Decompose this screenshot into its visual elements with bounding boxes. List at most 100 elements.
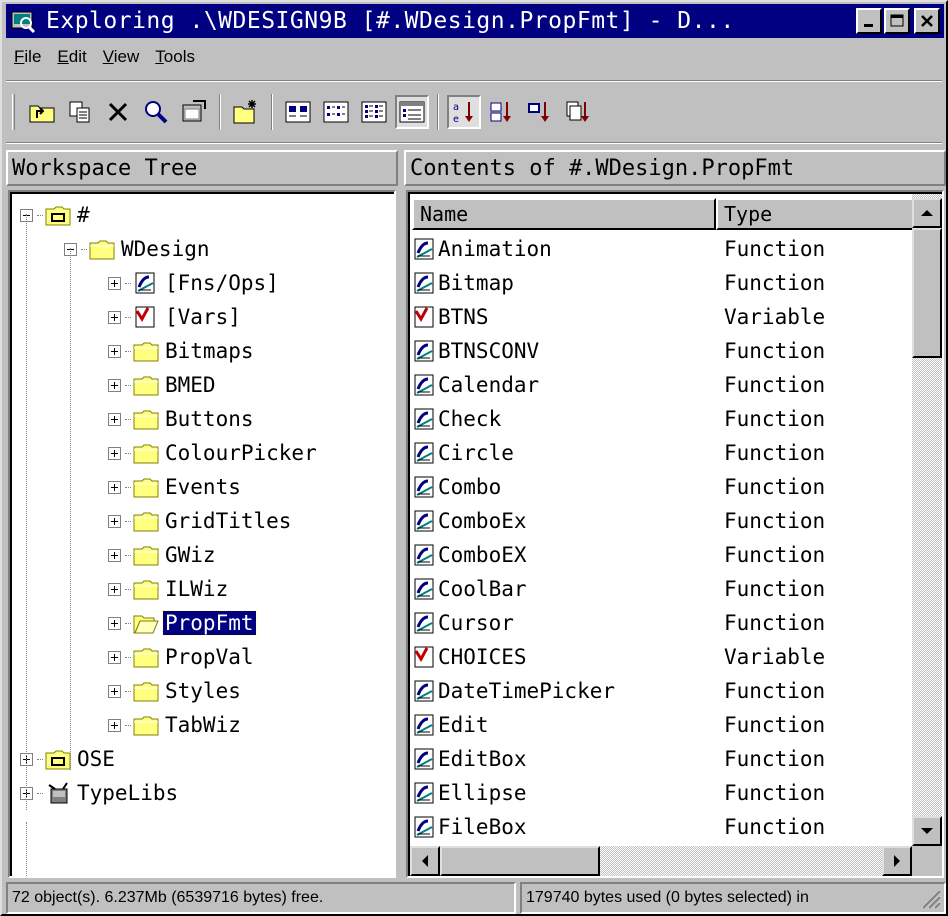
expand-icon[interactable]	[108, 310, 121, 324]
tree-item-gridtitles[interactable]: GridTitles	[108, 504, 293, 538]
list-item-name: Animation	[438, 237, 552, 261]
small-icons-view-button[interactable]	[319, 95, 353, 129]
expand-icon[interactable]	[108, 514, 121, 528]
tree-item-propfmt[interactable]: PropFmt	[108, 606, 257, 640]
minimize-button[interactable]	[856, 8, 882, 34]
list-item[interactable]: CoolBar Function	[412, 572, 825, 606]
scroll-up-button[interactable]	[912, 198, 942, 228]
tree-item--fns-ops-[interactable]: [Fns/Ops]	[108, 266, 281, 300]
toolbar-grip[interactable]	[12, 94, 15, 130]
tree-item-buttons[interactable]: Buttons	[108, 402, 256, 436]
tree-item--vars-[interactable]: [Vars]	[108, 300, 243, 334]
list-item[interactable]: Calendar Function	[412, 368, 825, 402]
large-icons-view-button[interactable]	[281, 95, 315, 129]
scroll-down-button[interactable]	[912, 816, 942, 846]
scroll-right-button[interactable]	[882, 846, 912, 876]
list-item[interactable]: Bitmap Function	[412, 266, 825, 300]
list-item[interactable]: Edit Function	[412, 708, 825, 742]
new-object-button[interactable]	[229, 95, 263, 129]
contents-list[interactable]: Name Type Animation Function Bitmap Functio…	[406, 190, 944, 878]
list-item[interactable]: Animation Function	[412, 232, 825, 266]
up-folder-button[interactable]	[25, 95, 59, 129]
sort-by-date-button[interactable]	[561, 95, 595, 129]
horizontal-scrollbar[interactable]	[410, 846, 912, 876]
tree-item-gwiz[interactable]: GWiz	[108, 538, 218, 572]
list-item[interactable]: ComboEx Function	[412, 504, 825, 538]
expand-icon[interactable]	[108, 344, 121, 358]
list-item-type: Function	[724, 815, 826, 839]
function-icon	[414, 816, 434, 838]
horizontal-scroll-thumb[interactable]	[440, 846, 600, 876]
list-item-name-cell: EditBox	[412, 747, 718, 771]
sort-by-name-button[interactable]: a e	[447, 95, 481, 129]
list-item[interactable]: Combo Function	[412, 470, 825, 504]
copy-button[interactable]	[63, 95, 97, 129]
menu-edit[interactable]: Edit	[49, 45, 94, 69]
scroll-left-button[interactable]	[410, 846, 440, 876]
expand-icon[interactable]	[108, 718, 121, 732]
list-item[interactable]: BTNS Variable	[412, 300, 825, 334]
list-view-button[interactable]	[357, 95, 391, 129]
expand-icon[interactable]	[108, 412, 121, 426]
tree-item-propval[interactable]: PropVal	[108, 640, 256, 674]
menu-view[interactable]: View	[95, 45, 148, 69]
tree-item-events[interactable]: Events	[108, 470, 243, 504]
list-item[interactable]: EditBox Function	[412, 742, 825, 776]
tree-item--[interactable]: #	[20, 198, 92, 232]
size-grip-icon[interactable]	[918, 886, 942, 910]
list-item[interactable]: BTNSCONV Function	[412, 334, 825, 368]
expand-icon[interactable]	[108, 548, 121, 562]
maximize-button[interactable]	[884, 8, 910, 34]
tree-item-colourpicker[interactable]: ColourPicker	[108, 436, 319, 470]
tree-item-ose[interactable]: OSE	[20, 742, 117, 776]
tree-item-bmed[interactable]: BMED	[108, 368, 218, 402]
tree-item-wdesign[interactable]: WDesign	[64, 232, 212, 266]
scroll-corner	[912, 846, 942, 876]
find-button[interactable]	[139, 95, 173, 129]
vertical-scrollbar[interactable]	[912, 194, 942, 846]
tree-item-bitmaps[interactable]: Bitmaps	[108, 334, 256, 368]
vertical-scroll-thumb[interactable]	[912, 228, 942, 358]
tree-connector	[125, 384, 131, 386]
workspace-tree[interactable]: # WDesign [Fns/Ops] [Vars] Bitmaps BMED Button…	[8, 190, 396, 878]
properties-button[interactable]	[177, 95, 211, 129]
menu-tools[interactable]: Tools	[147, 45, 203, 69]
column-header-type[interactable]: Type	[716, 198, 916, 230]
list-item[interactable]: CHOICES Variable	[412, 640, 825, 674]
delete-button[interactable]	[101, 95, 135, 129]
list-item[interactable]: FileBox Function	[412, 810, 825, 844]
tree-item-typelibs[interactable]: TypeLibs	[20, 776, 180, 810]
function-icon	[414, 680, 434, 702]
list-item[interactable]: ComboEX Function	[412, 538, 825, 572]
expand-icon[interactable]	[108, 276, 121, 290]
expand-icon[interactable]	[108, 616, 121, 630]
column-header-name[interactable]: Name	[412, 198, 716, 230]
list-item-type: Function	[724, 611, 826, 635]
details-view-button[interactable]	[395, 95, 429, 129]
expand-icon[interactable]	[108, 378, 121, 392]
title-bar[interactable]: Exploring .\WDESIGN9B [#.WDesign.PropFmt…	[6, 4, 944, 38]
list-item-type: Function	[724, 407, 826, 431]
tree-item-tabwiz[interactable]: TabWiz	[108, 708, 243, 742]
expand-icon[interactable]	[108, 684, 121, 698]
function-icon	[414, 714, 434, 736]
list-item[interactable]: Cursor Function	[412, 606, 825, 640]
expand-icon[interactable]	[108, 582, 121, 596]
list-item[interactable]: Circle Function	[412, 436, 825, 470]
list-item-name-cell: ComboEx	[412, 509, 718, 533]
tree-item-styles[interactable]: Styles	[108, 674, 243, 708]
sort-by-type-button[interactable]	[485, 95, 519, 129]
menu-file[interactable]: File	[6, 45, 49, 69]
expand-icon[interactable]	[108, 650, 121, 664]
expand-icon[interactable]	[108, 446, 121, 460]
list-view-icon	[361, 101, 387, 123]
tree-item-ilwiz[interactable]: ILWiz	[108, 572, 230, 606]
tree-item-label: TabWiz	[165, 713, 241, 737]
list-item[interactable]: Check Function	[412, 402, 825, 436]
sort-by-size-button[interactable]	[523, 95, 557, 129]
expand-icon[interactable]	[108, 480, 121, 494]
list-item[interactable]: DateTimePicker Function	[412, 674, 825, 708]
close-button[interactable]	[914, 8, 940, 34]
list-item[interactable]: Ellipse Function	[412, 776, 825, 810]
arrow-up-icon	[921, 210, 933, 216]
